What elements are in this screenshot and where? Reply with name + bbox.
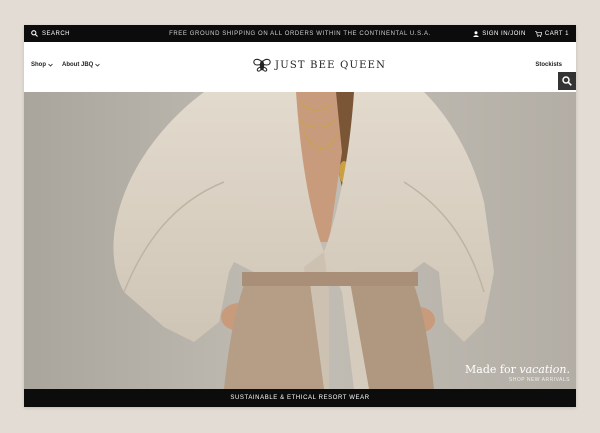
browser-page: SEARCH FREE GROUND SHIPPING ON ALL ORDER… (24, 25, 576, 407)
hero-headline-prefix: Made for (465, 363, 520, 376)
hero-headline: Made for vacation. (465, 363, 570, 376)
main-nav: Shop About JBQ (31, 62, 101, 68)
hero-headline-emphasis: vacation. (519, 363, 570, 376)
search-icon (562, 76, 572, 86)
shop-new-arrivals-link[interactable]: SHOP NEW ARRIVALS (465, 377, 570, 383)
hero-caption: Made for vacation. SHOP NEW ARRIVALS (465, 363, 570, 383)
stockists-label: Stockists (535, 62, 562, 68)
site-logo[interactable]: JUST BEE QUEEN (253, 57, 386, 73)
bee-logo-icon (253, 58, 271, 72)
announcement-bar: SEARCH FREE GROUND SHIPPING ON ALL ORDER… (24, 25, 576, 42)
chevron-down-icon (48, 63, 53, 67)
hero-banner[interactable]: Made for vacation. SHOP NEW ARRIVALS (24, 92, 576, 389)
sign-in-link[interactable]: SIGN IN/JOIN (473, 31, 526, 37)
cart-label: CART 1 (544, 30, 569, 37)
nav-item-about[interactable]: About JBQ (62, 62, 101, 68)
tagline-text: SUSTAINABLE & ETHICAL RESORT WEAR (230, 395, 370, 401)
tagline-bar: SUSTAINABLE & ETHICAL RESORT WEAR (24, 389, 576, 407)
search-button[interactable] (558, 72, 576, 90)
logo-text: JUST BEE QUEEN (275, 59, 387, 71)
stockists-link[interactable]: Stockists (535, 62, 562, 68)
nav-item-about-label: About JBQ (62, 62, 94, 68)
site-header: Shop About JBQ JUST BEE QUEEN Stockists (24, 42, 576, 92)
cart-link[interactable]: CART 1 (534, 30, 569, 37)
cart-icon (534, 30, 542, 37)
nav-item-shop[interactable]: Shop (31, 62, 53, 68)
user-icon (473, 30, 479, 37)
chevron-down-icon (95, 63, 101, 67)
sign-in-label: SIGN IN/JOIN (482, 30, 526, 37)
nav-item-shop-label: Shop (31, 62, 46, 68)
hero-photo (24, 92, 576, 389)
